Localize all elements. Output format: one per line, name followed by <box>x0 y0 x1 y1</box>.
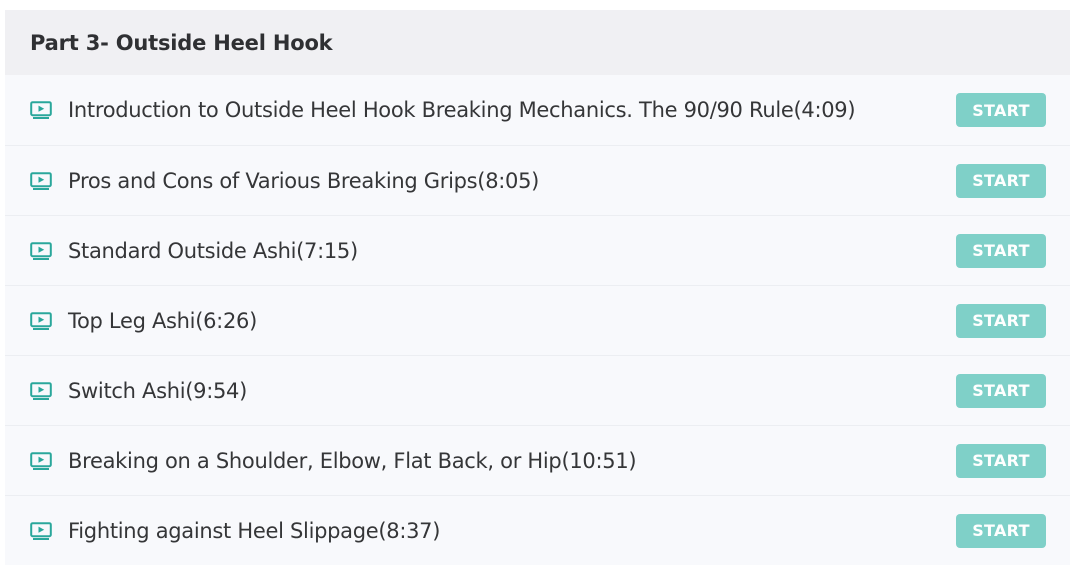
start-button[interactable]: START <box>956 373 1046 408</box>
lecture-item[interactable]: Introduction to Outside Heel Hook Breaki… <box>5 75 1070 145</box>
lecture-item[interactable]: Switch Ashi(9:54) START <box>5 355 1070 425</box>
lecture-item[interactable]: Pros and Cons of Various Breaking Grips(… <box>5 145 1070 215</box>
start-button[interactable]: START <box>956 443 1046 478</box>
course-section: Part 3- Outside Heel Hook Introduction t… <box>5 10 1070 565</box>
lecture-list: Introduction to Outside Heel Hook Breaki… <box>5 75 1070 565</box>
start-button[interactable]: START <box>956 93 1046 127</box>
start-button[interactable]: START <box>956 163 1046 198</box>
lecture-item[interactable]: Fighting against Heel Slippage(8:37) STA… <box>5 495 1070 565</box>
lecture-title[interactable]: Top Leg Ashi(6:26) <box>68 309 956 333</box>
video-play-icon <box>30 241 52 260</box>
video-play-icon <box>30 101 52 119</box>
section-title: Part 3- Outside Heel Hook <box>30 30 333 55</box>
lecture-title[interactable]: Pros and Cons of Various Breaking Grips(… <box>68 169 956 193</box>
lecture-item[interactable]: Breaking on a Shoulder, Elbow, Flat Back… <box>5 425 1070 495</box>
video-play-icon <box>30 311 52 330</box>
section-header[interactable]: Part 3- Outside Heel Hook <box>5 10 1070 75</box>
lecture-title[interactable]: Breaking on a Shoulder, Elbow, Flat Back… <box>68 449 956 473</box>
lecture-title[interactable]: Introduction to Outside Heel Hook Breaki… <box>68 98 956 122</box>
video-play-icon <box>30 451 52 470</box>
lecture-item[interactable]: Standard Outside Ashi(7:15) START <box>5 215 1070 285</box>
lecture-title[interactable]: Switch Ashi(9:54) <box>68 379 956 403</box>
video-play-icon <box>30 171 52 190</box>
lecture-item[interactable]: Top Leg Ashi(6:26) START <box>5 285 1070 355</box>
start-button[interactable]: START <box>956 303 1046 338</box>
video-play-icon <box>30 521 52 540</box>
video-play-icon <box>30 381 52 400</box>
start-button[interactable]: START <box>956 513 1046 548</box>
lecture-title[interactable]: Fighting against Heel Slippage(8:37) <box>68 519 956 543</box>
start-button[interactable]: START <box>956 233 1046 268</box>
lecture-title[interactable]: Standard Outside Ashi(7:15) <box>68 239 956 263</box>
